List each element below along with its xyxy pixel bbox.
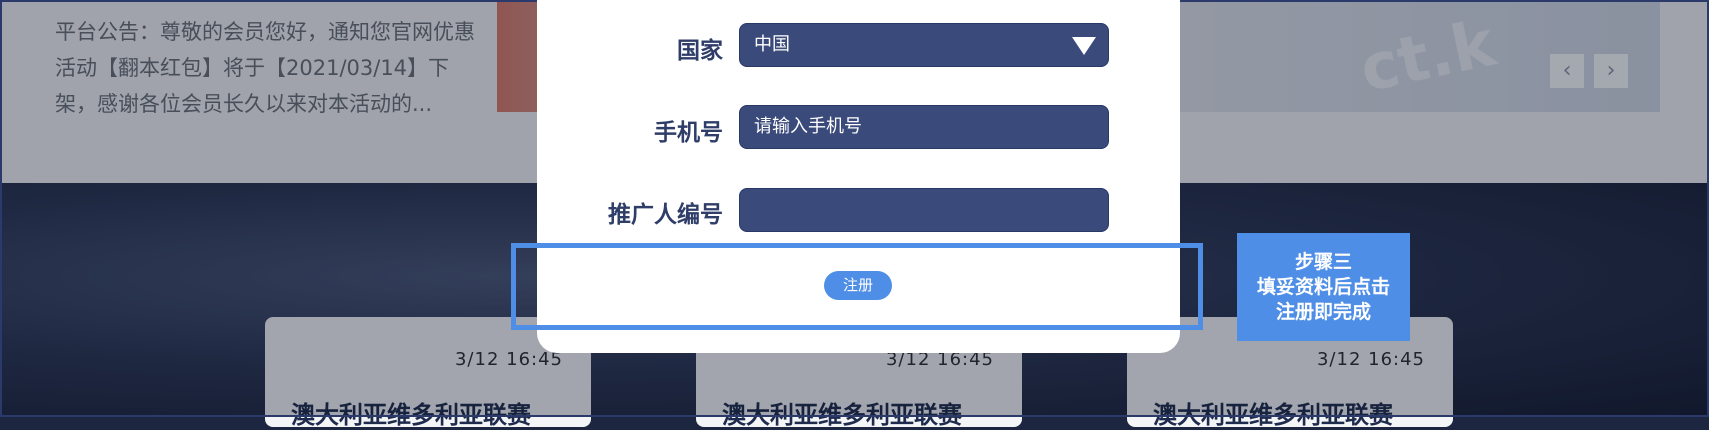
step-title: 步骤三 bbox=[1294, 251, 1352, 273]
phone-placeholder: 请输入手机号 bbox=[754, 116, 862, 137]
country-value: 中国 bbox=[754, 34, 790, 55]
register-highlight-frame bbox=[511, 243, 1203, 330]
caret-down-icon bbox=[1072, 37, 1096, 55]
step-line: 填妥资料后点击 bbox=[1256, 276, 1390, 298]
step-line: 注册即完成 bbox=[1275, 301, 1371, 323]
step-callout: 步骤三 填妥资料后点击 注册即完成 bbox=[1237, 233, 1410, 341]
country-label: 国家 bbox=[677, 38, 723, 64]
promo-code-label: 推广人编号 bbox=[608, 202, 723, 228]
country-select[interactable]: 中国 bbox=[739, 23, 1109, 67]
phone-input[interactable]: 请输入手机号 bbox=[739, 105, 1109, 149]
phone-label: 手机号 bbox=[654, 120, 723, 146]
promo-code-input[interactable] bbox=[739, 188, 1109, 232]
